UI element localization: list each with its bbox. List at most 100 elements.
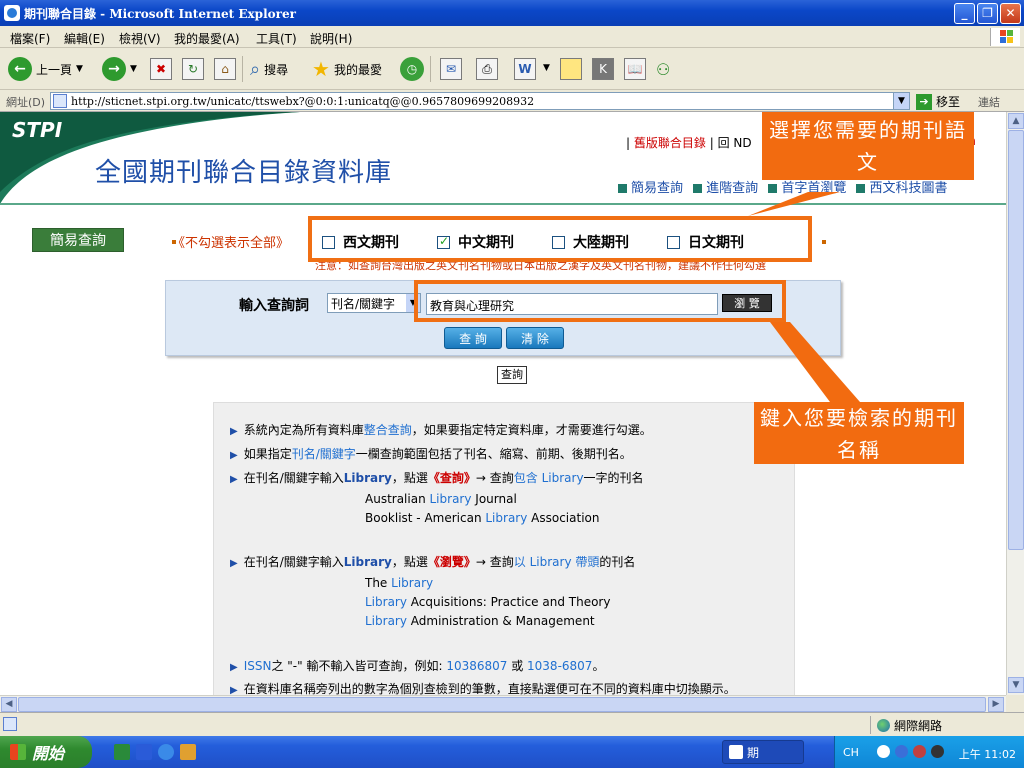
favorites-label: 我的最愛 xyxy=(333,62,382,77)
close-button[interactable]: ✕ xyxy=(1000,3,1021,24)
word-icon[interactable] xyxy=(136,744,152,760)
menu-help[interactable]: 說明(H) xyxy=(310,30,352,47)
tab-simple-search[interactable]: 簡易查詢 xyxy=(32,228,124,252)
keyword-library: Library xyxy=(343,555,392,569)
clear-button[interactable]: 清 除 xyxy=(506,327,564,349)
internet-zone: 網際網路 xyxy=(870,716,1020,734)
callout-enter-title: 鍵入您要檢索的期刊名稱 xyxy=(754,402,964,464)
stpi-logo[interactable]: STPI xyxy=(12,118,62,142)
address-label: 網址(D) xyxy=(6,96,46,109)
info-text: → 查詢 xyxy=(475,555,514,569)
security-icon[interactable] xyxy=(913,745,926,758)
minimize-button[interactable]: _ xyxy=(954,3,975,24)
triangle-bullet-icon: ▶ xyxy=(230,474,238,485)
stop-icon[interactable]: ✖ xyxy=(150,58,172,80)
info-line-3: ▶ 在刊名/關鍵字輸入Library，點選《查詢》→ 查詢包含 Library一字… xyxy=(230,469,644,486)
contains-library-link[interactable]: 包含 Library xyxy=(514,471,584,485)
integrated-search-link[interactable]: 整合查詢 xyxy=(364,423,412,437)
back-label: 上一頁 xyxy=(36,62,73,77)
chevron-down-icon[interactable]: ▼ xyxy=(130,64,137,74)
query-small-button[interactable]: 查詢 xyxy=(497,366,527,384)
desktop-icon[interactable] xyxy=(180,744,196,760)
scroll-thumb[interactable] xyxy=(1008,130,1024,550)
search-field-select[interactable]: 刊名/關鍵字 ▼ xyxy=(327,293,421,313)
language-highlight-box xyxy=(308,216,812,262)
menu-file[interactable]: 檔案(F) xyxy=(10,30,50,47)
horizontal-scrollbar[interactable]: ◀ ▶ xyxy=(0,695,1006,712)
starts-with-library-link[interactable]: 以 Library 帶頭 xyxy=(514,555,600,569)
nav-advanced-search[interactable]: 進階查詢 xyxy=(706,181,758,196)
menu-tools[interactable]: 工具(T) xyxy=(256,30,297,47)
task-label: 期 xyxy=(747,745,760,760)
help-info-box: ▶ 系統內定為所有資料庫整合查詢，如果要指定特定資料庫，才需要進行勾選。 ▶ 如果指… xyxy=(213,402,795,695)
info-text: 系統內定為所有資料庫 xyxy=(243,423,364,437)
tray-k-icon[interactable] xyxy=(931,745,944,758)
print-icon[interactable]: ⎙ xyxy=(476,58,498,80)
go-button[interactable]: ➔ 移至 xyxy=(916,93,960,110)
home-icon[interactable]: ⌂ xyxy=(214,58,236,80)
menu-favorites[interactable]: 我的最愛(A) xyxy=(174,30,240,47)
history-icon[interactable]: ◷ xyxy=(400,57,424,81)
ime-icon[interactable] xyxy=(877,745,890,758)
note-icon[interactable] xyxy=(560,58,582,80)
menu-view[interactable]: 檢視(V) xyxy=(119,30,161,47)
old-catalog-link[interactable]: 舊版聯合目錄 xyxy=(634,136,706,150)
clock[interactable]: 上午 11:02 xyxy=(959,746,1016,762)
scroll-thumb[interactable] xyxy=(18,697,986,712)
chevron-down-icon[interactable]: ▼ xyxy=(893,93,909,109)
info-text: 一欄查詢範圍包括了刊名、縮寫、前期、後期刊名。 xyxy=(355,447,632,461)
word-icon[interactable]: W xyxy=(514,58,536,80)
info-line-1: ▶ 系統內定為所有資料庫整合查詢，如果要指定特定資料庫，才需要進行勾選。 xyxy=(230,421,652,438)
triangle-bullet-icon: ▶ xyxy=(230,426,238,437)
task-ie-window[interactable]: 期 xyxy=(722,740,804,764)
forward-button[interactable]: → ▼ xyxy=(102,56,137,82)
network-icon[interactable] xyxy=(895,745,908,758)
ie-icon[interactable] xyxy=(158,744,174,760)
scroll-up-icon[interactable]: ▲ xyxy=(1008,113,1024,129)
issn-example-link[interactable]: 10386807 xyxy=(446,659,507,673)
example-text: Acquisitions: Practice and Theory xyxy=(406,595,611,609)
site-title: 全國期刊聯合目錄資料庫 xyxy=(95,158,393,188)
example-text: Administration & Management xyxy=(406,614,595,628)
nav-bullet xyxy=(693,184,703,193)
scroll-right-icon[interactable]: ▶ xyxy=(988,697,1004,712)
info-line-6: ▶ 在資料庫名稱旁列出的數字為個別查檢到的筆數，直接點選便可在不同的資料庫中切換顯… xyxy=(230,680,736,695)
back-button[interactable]: ← 上一頁 ▼ xyxy=(8,56,83,82)
k-icon[interactable]: K xyxy=(592,58,614,80)
nav-western-books[interactable]: 西文科技圖書 xyxy=(869,181,947,196)
messenger-icon[interactable]: ⚇ xyxy=(656,60,670,79)
zone-label: 網際網路 xyxy=(894,718,943,733)
example-row: The Library xyxy=(365,576,433,590)
search-button[interactable]: ⌕ 搜尋 xyxy=(250,56,288,82)
back-nd-link[interactable]: 回 ND xyxy=(718,136,752,150)
nav-simple-search[interactable]: 簡易查詢 xyxy=(631,181,683,196)
info-text: ，點選 xyxy=(391,555,428,569)
info-line-5: ▶ ISSN之 "-" 輸不輸入皆可查詢，例如: 10386807 或 1038-… xyxy=(230,657,604,674)
refresh-icon[interactable]: ↻ xyxy=(182,58,204,80)
ie-icon xyxy=(729,745,743,759)
title-keyword-link[interactable]: 刊名/關鍵字 xyxy=(292,447,356,461)
start-button[interactable]: 開始 xyxy=(0,736,92,768)
window-title-bar[interactable]: 期刊聯合目錄 - Microsoft Internet Explorer _ ❐… xyxy=(0,0,1024,26)
address-url[interactable]: http://sticnet.stpi.org.tw/unicatc/ttswe… xyxy=(71,95,534,108)
nav-first-char-browse[interactable]: 首字首瀏覽 xyxy=(781,181,846,196)
info-text: 。 xyxy=(592,659,605,673)
links-label[interactable]: 連結 xyxy=(978,94,1000,110)
query-button[interactable]: 查 詢 xyxy=(444,327,502,349)
scroll-left-icon[interactable]: ◀ xyxy=(1,697,17,712)
issn-example-link[interactable]: 1038-6807 xyxy=(527,659,592,673)
maximize-button[interactable]: ❐ xyxy=(977,3,998,24)
favorites-button[interactable]: ★ 我的最愛 xyxy=(312,56,382,82)
excel-icon[interactable] xyxy=(114,744,130,760)
menu-edit[interactable]: 編輯(E) xyxy=(64,30,105,47)
example-row: Australian Library Journal xyxy=(365,492,517,506)
address-field[interactable]: http://sticnet.stpi.org.tw/unicatc/ttswe… xyxy=(50,92,910,110)
issn-link[interactable]: ISSN xyxy=(244,659,272,673)
chevron-down-icon[interactable]: ▼ xyxy=(76,64,83,74)
mail-icon[interactable]: ✉ xyxy=(440,58,462,80)
input-language[interactable]: CH xyxy=(843,746,859,759)
chevron-down-icon[interactable]: ▼ xyxy=(543,63,550,73)
scroll-down-icon[interactable]: ▼ xyxy=(1008,677,1024,693)
research-icon[interactable]: 📖 xyxy=(624,58,646,80)
vertical-scrollbar[interactable]: ▲ ▼ xyxy=(1006,112,1024,695)
